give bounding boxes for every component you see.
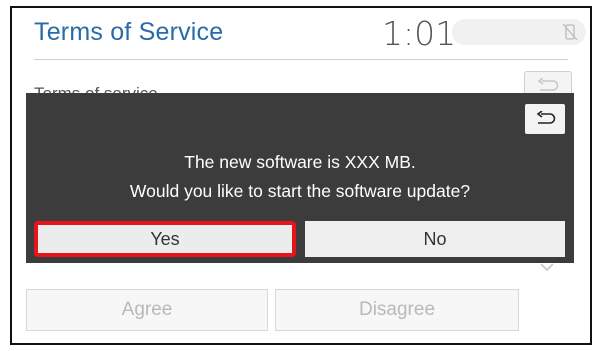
status-bar	[452, 19, 586, 45]
dialog-message-line-1: The new software is XXX MB.	[184, 152, 416, 172]
update-dialog: The new software is XXX MB. Would you li…	[26, 93, 574, 263]
header: Terms of Service 1:01	[12, 8, 590, 58]
no-button[interactable]: No	[305, 221, 565, 257]
back-arrow-icon	[537, 78, 559, 91]
terms-actions: Agree Disagree	[26, 289, 519, 331]
dialog-actions: Yes No	[34, 221, 565, 257]
yes-button[interactable]: Yes	[34, 221, 296, 257]
dialog-message-line-2: Would you like to start the software upd…	[129, 181, 471, 201]
disagree-button[interactable]: Disagree	[275, 289, 519, 331]
back-arrow-icon	[536, 111, 556, 124]
agree-button[interactable]: Agree	[26, 289, 268, 331]
dialog-message: The new software is XXX MB. Would you li…	[26, 148, 574, 206]
no-signal-icon	[562, 23, 578, 41]
clock: 1:01	[382, 14, 457, 53]
head-unit-screen: Terms of Service 1:01 Terms of service A…	[10, 6, 592, 345]
header-divider	[34, 59, 568, 60]
dialog-back-button[interactable]	[525, 104, 565, 134]
page-title: Terms of Service	[34, 18, 224, 46]
